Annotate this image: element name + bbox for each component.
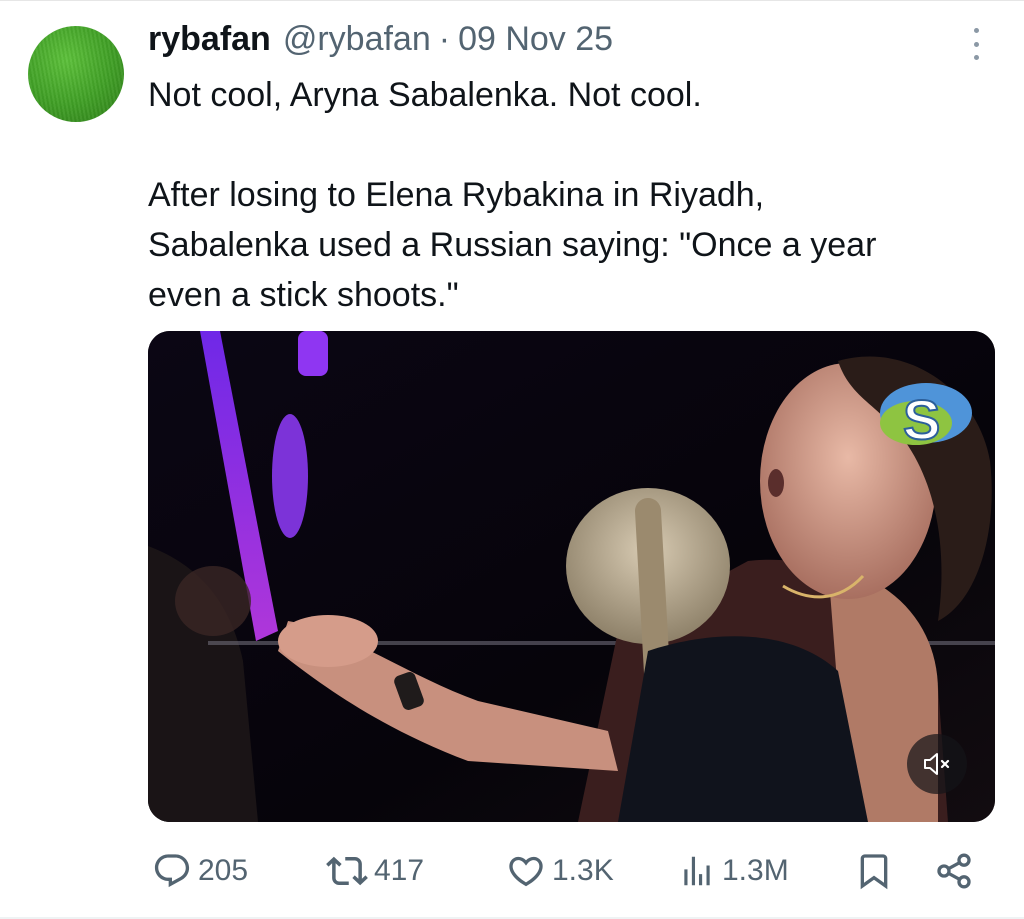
tweet-text-line: Not cool, Aryna Sabalenka. Not cool.: [148, 76, 702, 114]
reply-button[interactable]: 205: [152, 846, 248, 896]
tweet-text: Not cool, Aryna Sabalenka. Not cool. Aft…: [148, 70, 988, 320]
avatar[interactable]: [28, 26, 124, 122]
heart-icon: [509, 856, 543, 887]
tweet-text-line: even a stick shoots.": [148, 276, 459, 314]
top-divider: [0, 0, 1024, 1]
views-count: 1.3M: [722, 854, 789, 887]
share-icon: [937, 853, 971, 889]
more-options-icon[interactable]: [964, 28, 988, 60]
repost-count: 417: [374, 854, 425, 887]
tweet-text-line: After losing to Elena Rybakina in Riyadh…: [148, 176, 765, 214]
bookmark-button[interactable]: [854, 846, 894, 896]
repost-button[interactable]: 417: [326, 846, 424, 896]
bookmark-icon: [860, 854, 888, 890]
svg-text:S: S: [903, 388, 940, 451]
share-button[interactable]: [934, 846, 974, 896]
reply-count: 205: [198, 854, 249, 887]
mute-button[interactable]: [907, 734, 967, 794]
like-button[interactable]: 1.3K: [506, 846, 614, 896]
like-count: 1.3K: [552, 854, 614, 887]
repost-icon: [326, 856, 368, 886]
display-name[interactable]: rybafan: [148, 20, 271, 59]
user-handle[interactable]: @rybafan: [283, 20, 431, 59]
tweet-text-line: Sabalenka used a Russian saying: "Once a…: [148, 226, 877, 264]
views-button[interactable]: 1.3M: [678, 846, 789, 896]
tweet-header: rybafan @rybafan · 09 Nov 25: [148, 20, 613, 64]
volume-muted-icon: [924, 753, 950, 775]
reply-icon: [154, 854, 190, 888]
video-frame: S: [148, 331, 995, 822]
tweet-date[interactable]: 09 Nov 25: [458, 20, 613, 59]
separator-dot: ·: [438, 20, 451, 58]
views-icon: [684, 856, 710, 886]
tweet-video[interactable]: S: [148, 331, 995, 822]
tweet-actions: 205 417 1.3K 1.3M: [148, 846, 974, 896]
